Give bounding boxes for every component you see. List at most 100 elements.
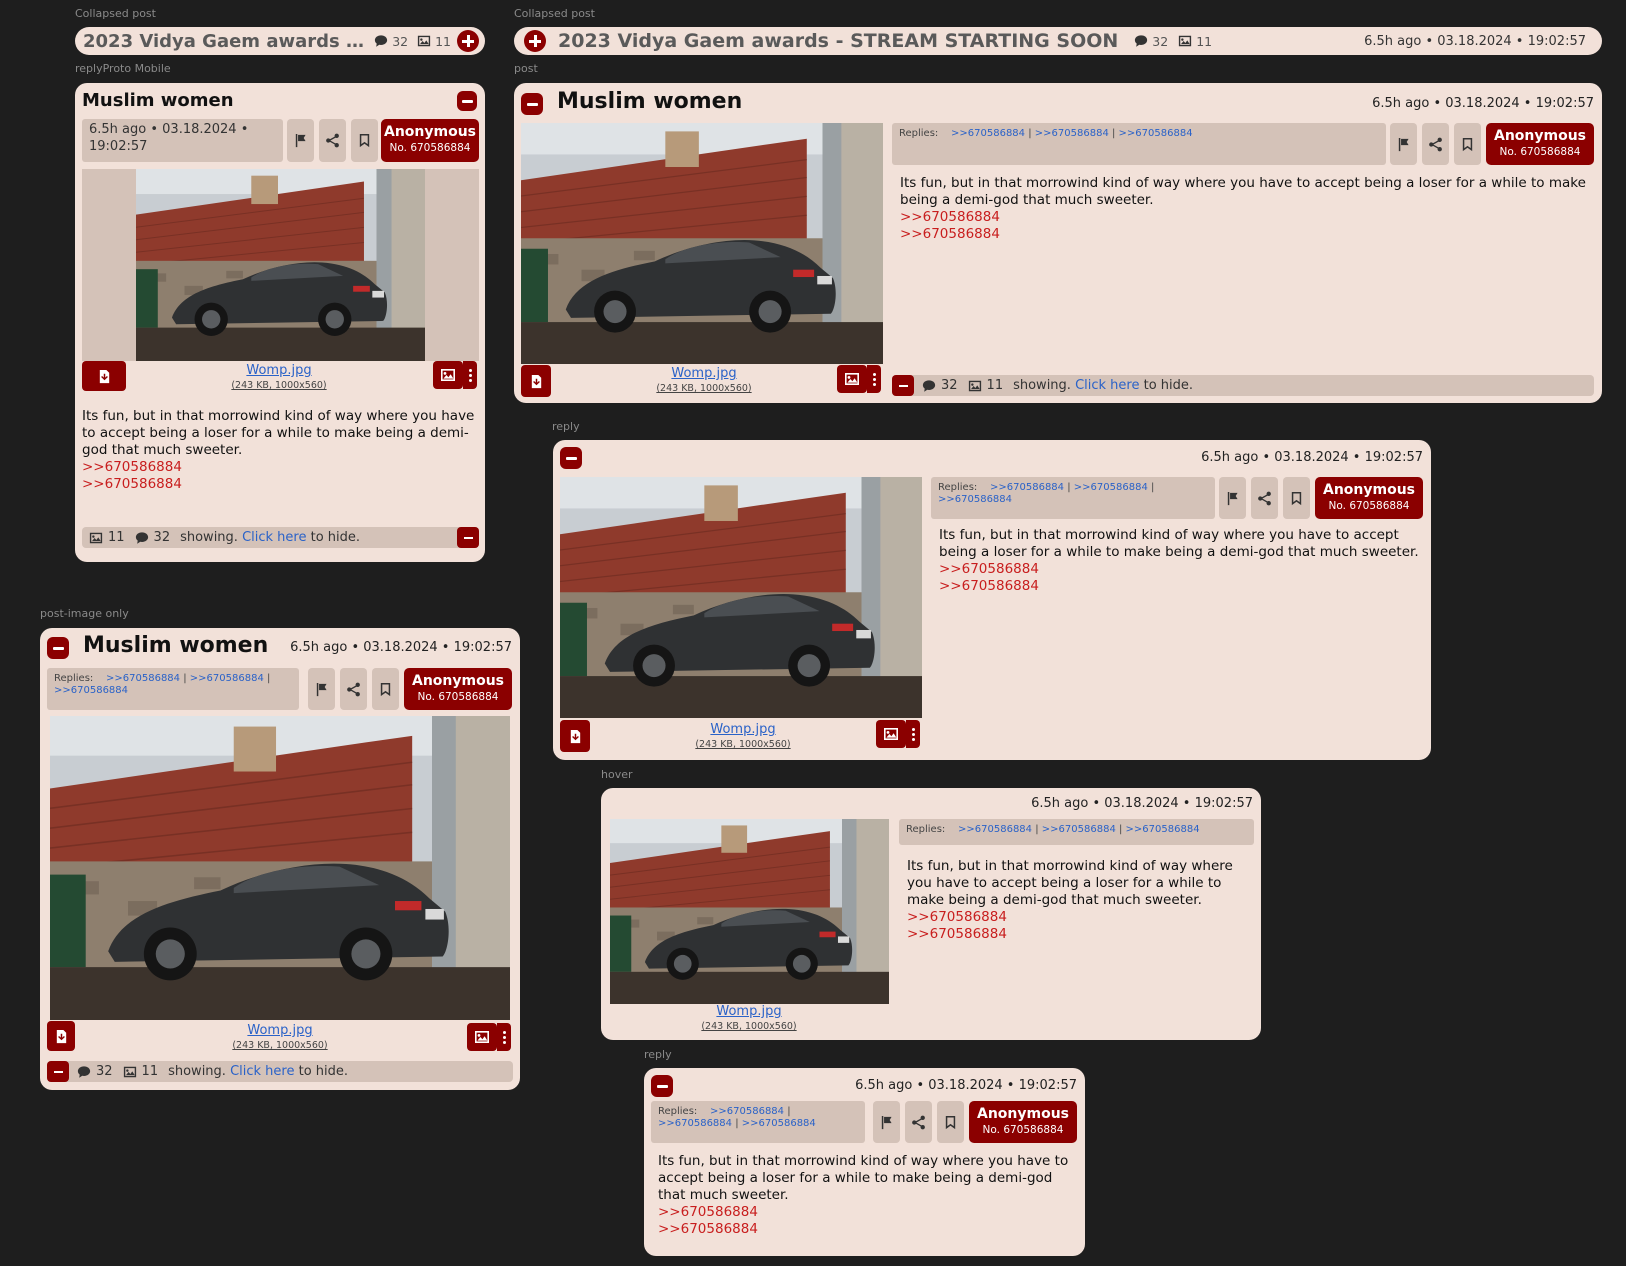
section-label-post: post [514,62,538,75]
author-badge[interactable]: Anonymous No. 670586884 [381,119,479,162]
report-button[interactable] [873,1101,900,1143]
reply-link[interactable]: >>670586884 [958,824,1032,835]
post-image[interactable] [560,477,922,718]
image-view-button[interactable] [467,1023,497,1051]
collapse-post-button[interactable] [651,1075,673,1097]
quote-link[interactable]: >>670586884 [658,1221,1074,1238]
image-view-button[interactable] [837,365,867,393]
file-name-link[interactable]: Womp.jpg [179,363,379,378]
download-button[interactable] [47,1021,75,1051]
reply-link[interactable]: >>670586884 [1042,824,1116,835]
bookmark-button[interactable] [1454,123,1481,165]
quote-link[interactable]: >>670586884 [658,1204,1074,1221]
image-icon [89,531,103,545]
reply-link[interactable]: >>670586884 [951,128,1025,139]
author-badge[interactable]: Anonymous No. 670586884 [1486,123,1594,165]
collapse-post-button[interactable] [457,91,477,111]
reply-link[interactable]: >>670586884 [938,494,1012,505]
reply-link[interactable]: >>670586884 [1074,482,1148,493]
quote-link[interactable]: >>670586884 [907,909,1253,926]
post-timestamp: 6.5h ago • 03.18.2024 • 19:02:57 [290,640,512,655]
flag-icon [293,133,308,148]
share-button[interactable] [905,1101,932,1143]
reply-card: 6.5h ago • 03.18.2024 • 19:02:57 Womp.jp… [553,440,1431,760]
expand-post-button[interactable] [524,30,546,52]
reply-link[interactable]: >>670586884 [54,685,128,696]
report-button[interactable] [1219,477,1246,519]
post-image[interactable] [50,716,510,1020]
collapsed-post[interactable]: 2023 Vidya Gaem awards - STREAM STARTING… [514,27,1602,55]
report-button[interactable] [308,668,335,710]
section-label-reply: reply [552,420,580,433]
kebab-menu-icon[interactable] [497,1023,511,1051]
post-image[interactable] [521,123,883,364]
image-view-button[interactable] [876,720,906,748]
quote-link[interactable]: >>670586884 [939,561,1423,578]
report-button[interactable] [287,119,314,162]
share-button[interactable] [319,119,346,162]
author-badge[interactable]: Anonymous No. 670586884 [404,668,512,710]
bookmark-button[interactable] [372,668,399,710]
post-timestamp: 6.5h ago • 03.18.2024 • 19:02:57 [1031,796,1253,811]
author-badge[interactable]: Anonymous No. 670586884 [1315,477,1423,519]
quote-link[interactable]: >>670586884 [907,926,1253,943]
file-name-link[interactable]: Womp.jpg [180,1023,380,1038]
share-button[interactable] [340,668,367,710]
bookmark-icon [357,133,372,148]
file-name-link[interactable]: Womp.jpg [649,1004,849,1019]
collapsed-post-mobile[interactable]: 2023 Vidya Gaem awards - STRE... 32 11 [75,27,485,55]
kebab-menu-icon[interactable] [463,361,477,389]
collapse-replies-button[interactable] [457,527,479,548]
collapse-post-button[interactable] [47,637,69,659]
hide-replies-link[interactable]: Click here [230,1064,294,1079]
reply-link[interactable]: >>670586884 [1035,128,1109,139]
post-image[interactable] [136,169,425,361]
image-view-button[interactable] [433,361,463,389]
collapse-replies-button[interactable] [47,1061,69,1082]
reply-link[interactable]: >>670586884 [106,673,180,684]
comment-icon [1134,34,1148,48]
reply-link[interactable]: >>670586884 [1119,128,1193,139]
kebab-menu-icon[interactable] [867,365,881,393]
post-timestamp: 6.5h ago • 03.18.2024 • 19:02:57 [1372,96,1594,111]
reply-link[interactable]: >>670586884 [990,482,1064,493]
author-badge[interactable]: Anonymous No. 670586884 [969,1101,1077,1143]
reply-link[interactable]: >>670586884 [742,1118,816,1129]
hide-replies-link[interactable]: Click here [1075,378,1139,393]
bookmark-button[interactable] [1283,477,1310,519]
image-icon [844,371,860,387]
image-icon [474,1029,490,1045]
bookmark-button[interactable] [937,1101,964,1143]
image-only-post-card: Muslim women 6.5h ago • 03.18.2024 • 19:… [40,628,520,1090]
file-info: (243 KB, 1000x560) [656,383,752,394]
file-name-link[interactable]: Womp.jpg [643,722,843,737]
expand-post-button[interactable] [457,30,479,52]
quote-link[interactable]: >>670586884 [900,226,1594,243]
download-button[interactable] [82,361,126,391]
download-button[interactable] [560,720,590,752]
flag-icon [1225,491,1240,506]
reply-link[interactable]: >>670586884 [658,1118,732,1129]
quote-link[interactable]: >>670586884 [939,578,1423,595]
collapse-post-button[interactable] [521,93,543,115]
share-button[interactable] [1251,477,1278,519]
bookmark-button[interactable] [351,119,378,162]
post-image[interactable] [610,819,889,1004]
reply-link[interactable]: >>670586884 [1126,824,1200,835]
report-button[interactable] [1390,123,1417,165]
replies-bar: Replies: >>670586884 | >>670586884 | >>6… [651,1101,865,1143]
reply-link[interactable]: >>670586884 [190,673,264,684]
quote-link[interactable]: >>670586884 [82,476,482,493]
download-button[interactable] [521,365,551,397]
kebab-menu-icon[interactable] [906,720,920,748]
share-button[interactable] [1422,123,1449,165]
showing-text: showing. [1013,378,1071,393]
collapse-replies-button[interactable] [892,375,914,396]
file-name-link[interactable]: Womp.jpg [604,366,804,381]
hide-replies-link[interactable]: Click here [242,530,306,545]
quote-link[interactable]: >>670586884 [82,459,482,476]
collapse-post-button[interactable] [560,447,582,469]
reply-link[interactable]: >>670586884 [710,1106,784,1117]
quote-link[interactable]: >>670586884 [900,209,1594,226]
hide-tail-text: to hide. [310,530,361,545]
